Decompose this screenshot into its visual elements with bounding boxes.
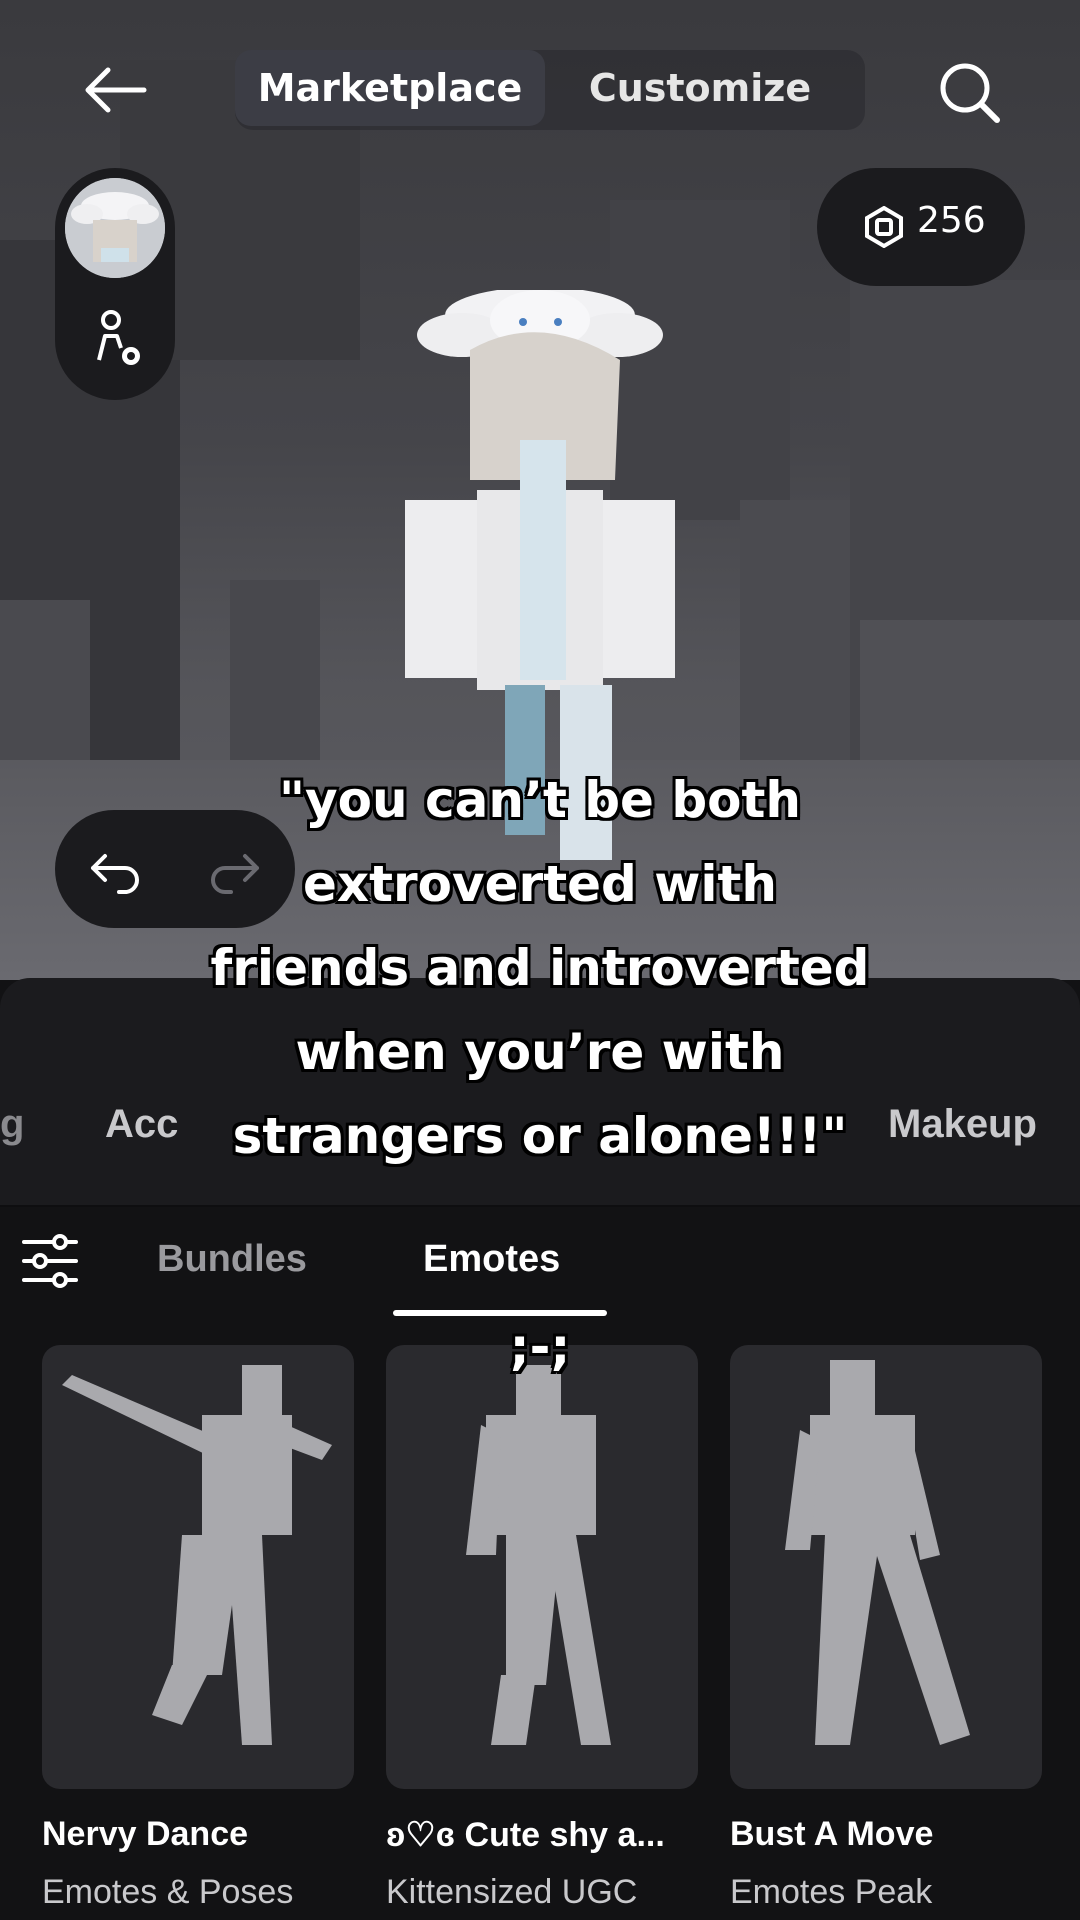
- item-thumbnail[interactable]: [386, 1345, 698, 1789]
- robux-amount: 256: [917, 200, 986, 241]
- caption-line: "you can’t be both: [278, 771, 802, 829]
- filter-sliders-icon[interactable]: [20, 1232, 80, 1290]
- avatar-controls: [55, 168, 175, 400]
- robux-icon: [865, 206, 903, 248]
- item-thumbnail[interactable]: [730, 1345, 1042, 1789]
- caption-line: strangers or alone!!!": [232, 1107, 848, 1165]
- item-title[interactable]: Bust A Move: [730, 1815, 1060, 1854]
- tab-emotes[interactable]: Emotes: [423, 1238, 560, 1281]
- avatar-settings-icon[interactable]: [91, 308, 147, 372]
- item-thumbnail[interactable]: [42, 1345, 354, 1789]
- active-tab-indicator: [393, 1310, 607, 1316]
- category-item-partial[interactable]: g: [0, 1102, 24, 1147]
- avatar-headshot[interactable]: [65, 178, 165, 278]
- tab-bundles[interactable]: Bundles: [157, 1238, 307, 1281]
- item-creator[interactable]: Emotes Peak: [730, 1873, 1060, 1912]
- caption-line: friends and introverted: [210, 939, 870, 997]
- robux-balance[interactable]: 256: [817, 168, 1025, 286]
- item-creator[interactable]: Emotes & Poses: [42, 1873, 372, 1912]
- back-arrow-icon[interactable]: [80, 60, 150, 120]
- item-creator[interactable]: Kittensized UGC: [386, 1873, 716, 1912]
- item-title[interactable]: ʚ♡ɞ Cute shy a...: [386, 1815, 716, 1855]
- caption-line: extroverted with: [302, 855, 778, 913]
- caption-emoticon: ;-;: [509, 1318, 571, 1376]
- search-icon[interactable]: [935, 58, 1005, 128]
- tab-marketplace[interactable]: Marketplace: [235, 50, 545, 126]
- item-title[interactable]: Nervy Dance: [42, 1815, 372, 1854]
- caption-line: when you’re with: [295, 1023, 785, 1081]
- tab-customize[interactable]: Customize: [555, 50, 845, 126]
- video-caption: "you can’t be both extroverted with frie…: [40, 758, 1040, 1178]
